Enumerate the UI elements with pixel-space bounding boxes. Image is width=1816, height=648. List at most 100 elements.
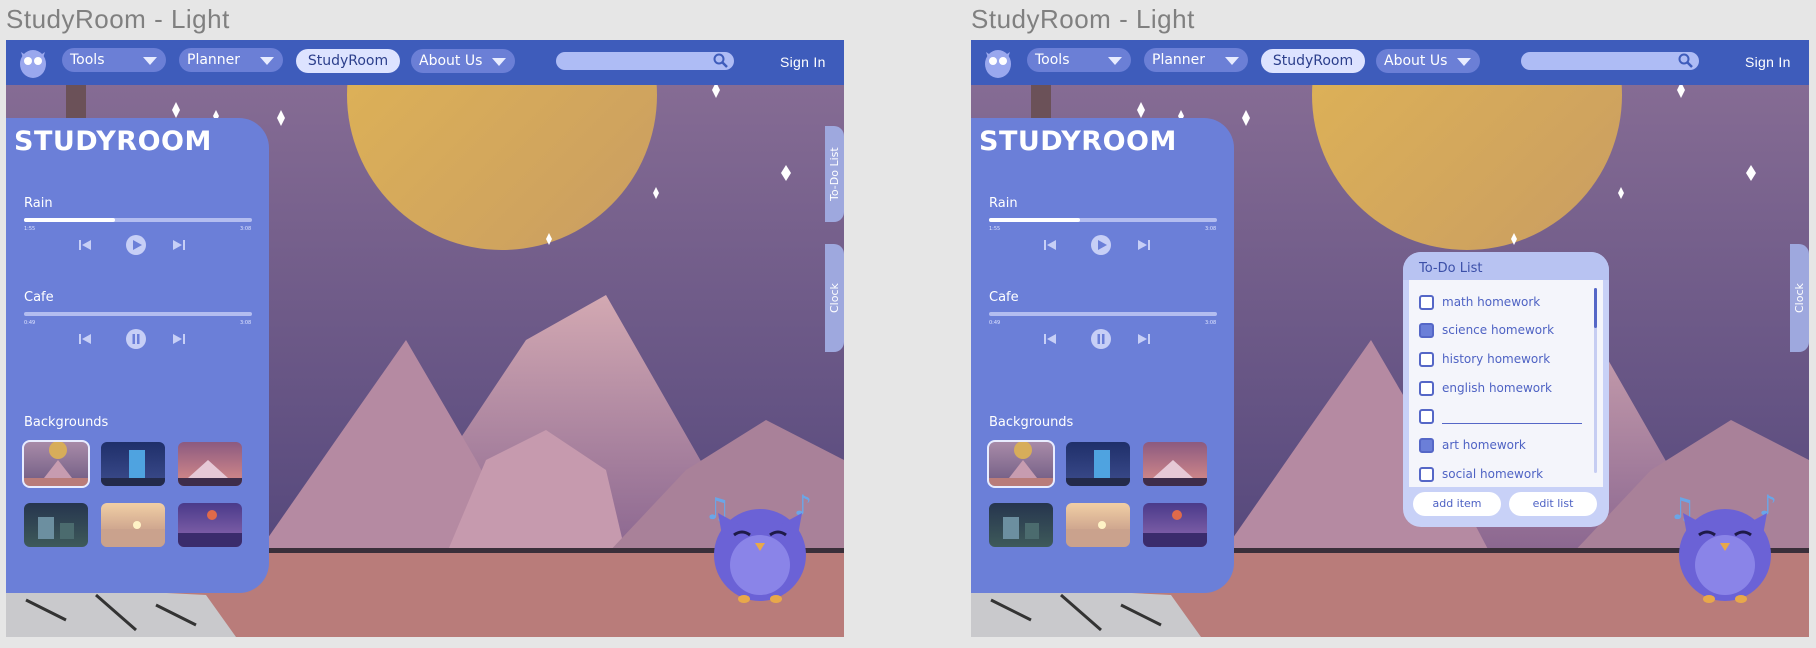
background-preview xyxy=(1143,460,1207,486)
sign-in-link[interactable]: Sign In xyxy=(780,54,826,70)
pause-icon[interactable] xyxy=(126,329,146,349)
todo-item-new[interactable] xyxy=(1419,408,1589,426)
planner-menu[interactable]: Planner xyxy=(179,48,283,72)
chevron-down-icon xyxy=(492,58,506,66)
todo-scrollbar[interactable] xyxy=(1594,288,1597,473)
todo-item-label: english homework xyxy=(1442,381,1553,395)
track-elapsed: 1:55 xyxy=(24,226,36,232)
play-icon[interactable] xyxy=(1091,235,1111,255)
studyroom-frame-right: Tools Planner StudyRoom About Us Sign In… xyxy=(971,40,1809,637)
previous-icon[interactable] xyxy=(1043,239,1057,251)
tools-label: Tools xyxy=(1035,52,1070,68)
background-thumbnail[interactable] xyxy=(178,503,242,547)
background-thumbnail[interactable] xyxy=(1066,503,1130,547)
owl-logo-icon[interactable] xyxy=(18,46,48,78)
background-preview xyxy=(38,517,74,539)
figure-title-left: StudyRoom - Light xyxy=(6,4,230,34)
previous-icon[interactable] xyxy=(1043,333,1057,345)
previous-icon[interactable] xyxy=(78,239,92,251)
about-menu[interactable]: About Us xyxy=(1376,49,1480,73)
tab-clock[interactable]: Clock xyxy=(1790,244,1809,352)
checkbox[interactable] xyxy=(1419,323,1434,338)
background-preview xyxy=(178,510,242,547)
owl-logo-icon[interactable] xyxy=(983,46,1013,78)
planner-label: Planner xyxy=(187,52,241,68)
pause-icon[interactable] xyxy=(1091,329,1111,349)
tools-menu[interactable]: Tools xyxy=(62,48,166,72)
next-icon[interactable] xyxy=(172,239,186,251)
todo-item-label: art homework xyxy=(1442,438,1526,452)
edit-list-button[interactable]: edit list xyxy=(1509,492,1597,516)
track-progress-bar[interactable] xyxy=(989,312,1217,316)
background-thumbnail[interactable] xyxy=(101,503,165,547)
search-icon[interactable] xyxy=(1678,53,1694,69)
studyroom-frame-left: Tools Planner StudyRoom About Us Sign In… xyxy=(6,40,844,637)
chevron-down-icon xyxy=(143,57,157,65)
next-icon[interactable] xyxy=(1137,239,1151,251)
track-total: 3:08 xyxy=(1205,320,1217,326)
track-total: 3:08 xyxy=(240,226,252,232)
background-preview xyxy=(1066,450,1130,486)
studyroom-panel: STUDYROOM Rain 1:55 3:08 Cafe 0:49 3:08 … xyxy=(6,118,269,593)
background-thumbnail[interactable] xyxy=(22,440,90,488)
chevron-down-icon xyxy=(1457,58,1471,66)
tab-todo-list[interactable]: To-Do List xyxy=(825,126,844,222)
background-thumbnail[interactable] xyxy=(178,442,242,486)
planner-menu[interactable]: Planner xyxy=(1144,48,1248,72)
checkbox[interactable] xyxy=(1419,295,1434,310)
scrollbar-thumb[interactable] xyxy=(1594,288,1597,328)
figure-title-right: StudyRoom - Light xyxy=(971,4,1195,34)
chevron-down-icon xyxy=(1225,57,1239,65)
add-item-button[interactable]: add item xyxy=(1413,492,1501,516)
background-thumbnail[interactable] xyxy=(987,440,1055,488)
background-thumbnail[interactable] xyxy=(1143,442,1207,486)
track-name: Rain xyxy=(24,196,53,211)
todo-header: To-Do List xyxy=(1403,252,1609,280)
next-icon[interactable] xyxy=(172,333,186,345)
next-icon[interactable] xyxy=(1137,333,1151,345)
todo-item-label: math homework xyxy=(1442,295,1541,309)
checkbox[interactable] xyxy=(1419,409,1434,424)
background-preview xyxy=(101,521,165,547)
checkbox[interactable] xyxy=(1419,467,1434,482)
planner-label: Planner xyxy=(1152,52,1206,68)
background-preview xyxy=(101,450,165,486)
background-preview xyxy=(1066,521,1130,547)
top-nav: Tools Planner StudyRoom About Us Sign In xyxy=(971,40,1809,85)
todo-item-label: history homework xyxy=(1442,352,1551,366)
track-progress-bar[interactable] xyxy=(24,218,252,222)
chevron-down-icon xyxy=(260,57,274,65)
search-input[interactable] xyxy=(556,52,734,70)
play-icon[interactable] xyxy=(126,235,146,255)
track-progress-bar[interactable] xyxy=(989,218,1217,222)
background-thumbnail[interactable] xyxy=(1066,442,1130,486)
track-progress-bar[interactable] xyxy=(24,312,252,316)
checkbox[interactable] xyxy=(1419,352,1434,367)
studyroom-panel: STUDYROOM Rain 1:55 3:08 Cafe 0:49 3:08 … xyxy=(971,118,1234,593)
studyroom-tab[interactable]: StudyRoom xyxy=(1261,49,1365,73)
background-preview xyxy=(178,460,242,486)
background-preview xyxy=(989,442,1053,486)
new-item-field[interactable] xyxy=(1442,409,1582,424)
background-preview xyxy=(24,442,88,486)
studyroom-tab[interactable]: StudyRoom xyxy=(296,49,400,73)
search-icon[interactable] xyxy=(713,53,729,69)
checkbox[interactable] xyxy=(1419,438,1434,453)
about-menu[interactable]: About Us xyxy=(411,49,515,73)
search-input[interactable] xyxy=(1521,52,1699,70)
owl-mascot-icon: ♫ ♪ xyxy=(704,489,812,603)
background-thumbnail[interactable] xyxy=(101,442,165,486)
tab-clock[interactable]: Clock xyxy=(825,244,844,352)
tools-menu[interactable]: Tools xyxy=(1027,48,1131,72)
top-nav: Tools Planner StudyRoom About Us Sign In xyxy=(6,40,844,85)
track-total: 3:08 xyxy=(240,320,252,326)
background-thumbnail[interactable] xyxy=(1143,503,1207,547)
todo-list: math homework science homework history h… xyxy=(1409,280,1603,487)
previous-icon[interactable] xyxy=(78,333,92,345)
sign-in-link[interactable]: Sign In xyxy=(1745,54,1791,70)
checkbox[interactable] xyxy=(1419,381,1434,396)
track-elapsed: 0:49 xyxy=(989,320,1001,326)
background-thumbnail[interactable] xyxy=(989,503,1053,547)
track-name: Rain xyxy=(989,196,1018,211)
background-thumbnail[interactable] xyxy=(24,503,88,547)
